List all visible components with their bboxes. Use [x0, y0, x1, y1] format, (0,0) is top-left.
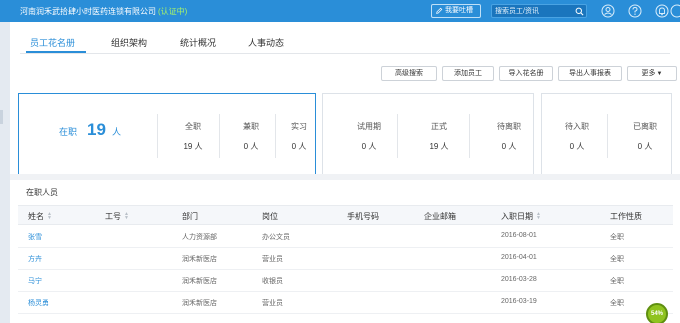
- divider: [219, 114, 220, 158]
- col-name[interactable]: 姓名 ▲ ▼: [28, 211, 52, 222]
- edit-icon: [436, 7, 443, 14]
- add-employee-button[interactable]: 添加员工: [442, 66, 494, 81]
- stat-label: 试用期: [357, 122, 381, 131]
- stat-value: 0 人: [637, 142, 653, 151]
- on-job-label: 在职: [59, 127, 78, 137]
- stat-value: 0 人: [291, 142, 307, 151]
- caret-down-icon: ▼: [656, 71, 663, 77]
- col-join-date[interactable]: 入职日期 ▲ ▼: [501, 211, 541, 222]
- tab-statistics[interactable]: 统计概况: [180, 36, 216, 49]
- stat-label: 实习: [291, 122, 307, 131]
- job-type: 全职: [610, 234, 624, 241]
- table-row[interactable]: 杨灵勇 润禾新医店 营业员 2016-03-19 全职: [18, 292, 673, 314]
- col-employee-id[interactable]: 工号 ▲ ▼: [105, 211, 129, 222]
- company-name[interactable]: 河南润禾武拾肆小时医药连锁有限公司 (认证中): [20, 6, 187, 17]
- stat-value: 0 人: [501, 142, 517, 151]
- job-type: 全职: [610, 278, 624, 285]
- tab-roster[interactable]: 员工花名册: [30, 36, 75, 49]
- position: 营业员: [262, 300, 283, 307]
- join-date: 2016-03-19: [501, 298, 537, 305]
- divider: [607, 114, 608, 158]
- stat-value: 0 人: [361, 142, 377, 151]
- on-job-unit: 人: [111, 127, 121, 137]
- more-button[interactable]: 更多▼: [627, 66, 677, 81]
- col-job-type: 工作性质: [610, 212, 642, 221]
- position: 办公文员: [262, 234, 290, 241]
- department: 润禾新医店: [182, 278, 217, 285]
- department: 人力资源部: [182, 234, 217, 241]
- divider: [397, 114, 398, 158]
- stat-label: 全职: [185, 122, 201, 131]
- employee-name[interactable]: 张雪: [28, 232, 42, 242]
- stat-value: 19 人: [183, 142, 203, 151]
- employee-name[interactable]: 马宁: [28, 276, 42, 286]
- sort-icon[interactable]: ▲ ▼: [47, 212, 52, 221]
- table-header: 姓名 ▲ ▼ 工号 ▲ ▼ 部门 岗位 手机号码 企业邮箱 入职日期 ▲ ▼ 工作性质: [18, 205, 673, 225]
- tab-bar: 员工花名册 组织架构 统计概况 人事动态: [20, 34, 670, 54]
- search-input[interactable]: [495, 6, 573, 16]
- sidebar-marker: [0, 110, 3, 124]
- more-icon[interactable]: [670, 4, 680, 18]
- on-job-summary: 在职 19 人: [59, 120, 121, 140]
- stat-label: 待入职: [565, 122, 589, 131]
- divider: [469, 114, 470, 158]
- employee-list: 在职人员 姓名 ▲ ▼ 工号 ▲ ▼ 部门 岗位 手机号码 企业邮箱 入职日期 ▲ ▼ 工作…: [18, 180, 673, 323]
- col-email: 企业邮箱: [424, 212, 456, 221]
- help-icon[interactable]: [628, 4, 642, 18]
- search-icon[interactable]: [575, 7, 584, 16]
- tab-hr-news[interactable]: 人事动态: [248, 36, 284, 49]
- stat-value: 0 人: [569, 142, 585, 151]
- advanced-search-button[interactable]: 高级搜索: [381, 66, 437, 81]
- left-sidebar: [0, 22, 10, 323]
- stat-value: 19 人: [429, 142, 449, 151]
- job-type: 全职: [610, 256, 624, 263]
- main-panel: 员工花名册 组织架构 统计概况 人事动态 高级搜索 添加员工 导入花名册 导出人…: [10, 22, 680, 323]
- list-title: 在职人员: [26, 188, 58, 197]
- progress-badge[interactable]: 54%: [646, 303, 668, 323]
- join-date: 2016-08-01: [501, 232, 537, 239]
- top-bar: 河南润禾武拾肆小时医药连锁有限公司 (认证中) 我要吐槽: [0, 0, 680, 22]
- bell-icon[interactable]: [655, 4, 669, 18]
- col-position: 岗位: [262, 212, 278, 221]
- table-row[interactable]: 马宁 润禾新医店 收银员 2016-03-28 全职: [18, 270, 673, 292]
- join-date: 2016-04-01: [501, 254, 537, 261]
- search-box[interactable]: [491, 4, 587, 18]
- position: 营业员: [262, 256, 283, 263]
- join-date: 2016-03-28: [501, 276, 537, 283]
- sort-icon[interactable]: ▲ ▼: [536, 212, 541, 221]
- employee-name[interactable]: 方卉: [28, 254, 42, 264]
- table-row[interactable]: 方卉 润禾新医店 营业员 2016-04-01 全职: [18, 248, 673, 270]
- sort-icon[interactable]: ▲ ▼: [124, 212, 129, 221]
- feedback-label: 我要吐槽: [445, 7, 473, 14]
- divider: [157, 114, 158, 158]
- active-tab-indicator: [26, 51, 86, 53]
- col-phone: 手机号码: [347, 212, 379, 221]
- more-label: 更多: [641, 70, 656, 77]
- stat-label: 已离职: [633, 122, 657, 131]
- employee-name[interactable]: 杨灵勇: [28, 298, 49, 308]
- import-roster-button[interactable]: 导入花名册: [499, 66, 553, 81]
- verified-status: (认证中): [158, 7, 188, 16]
- export-report-button[interactable]: 导出人事报表: [558, 66, 622, 81]
- stat-label: 正式: [431, 122, 447, 131]
- user-circle-icon[interactable]: [601, 4, 615, 18]
- stat-label: 待离职: [497, 122, 521, 131]
- on-job-count: 19: [87, 120, 106, 139]
- department: 润禾新医店: [182, 256, 217, 263]
- col-department: 部门: [182, 212, 198, 221]
- job-type: 全职: [610, 300, 624, 307]
- department: 润禾新医店: [182, 300, 217, 307]
- table-row[interactable]: 张雪 人力资源部 办公文员 2016-08-01 全职: [18, 226, 673, 248]
- position: 收银员: [262, 278, 283, 285]
- feedback-button[interactable]: 我要吐槽: [431, 4, 481, 18]
- tab-org-structure[interactable]: 组织架构: [111, 36, 147, 49]
